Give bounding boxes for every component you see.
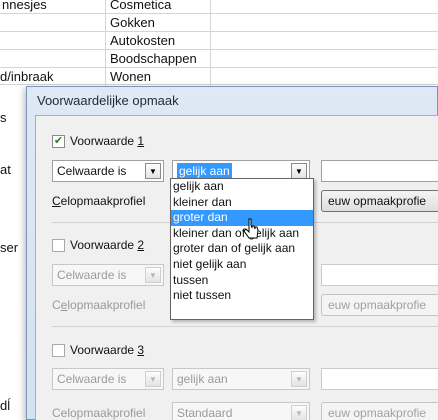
condition1-checkbox-row[interactable]: ✔ Voorwaarde 1 xyxy=(52,134,144,148)
condition3-label: Voorwaarde 3 xyxy=(70,343,145,357)
condition3-operator-select[interactable]: gelijk aan ▼ xyxy=(172,368,310,390)
chevron-down-icon[interactable]: ▼ xyxy=(145,371,161,387)
condition1-checkbox[interactable]: ✔ xyxy=(52,134,65,148)
chevron-down-icon[interactable]: ▼ xyxy=(291,371,307,387)
condition2-type-value: Celwaarde is xyxy=(57,268,127,282)
condition3-operator-value: gelijk aan xyxy=(177,372,228,386)
sheet-cell[interactable]: Cosmetica xyxy=(110,0,171,13)
condition2-checkbox-row[interactable]: Voorwaarde 2 xyxy=(52,238,144,252)
dropdown-option[interactable]: niet tussen xyxy=(171,288,313,304)
condition1-type-value: Celwaarde is xyxy=(57,164,127,178)
condition2-profile-label: Celopmaakprofiel xyxy=(52,298,146,312)
separator xyxy=(52,326,438,327)
dropdown-option[interactable]: niet gelijk aan xyxy=(171,257,313,273)
condition3-checkbox-row[interactable]: Voorwaarde 3 xyxy=(52,343,144,357)
operator-dropdown-list: gelijk aan kleiner dan groter dan kleine… xyxy=(170,178,314,320)
condition3-new-style-button[interactable]: euw opmaakprofie xyxy=(321,402,438,420)
chevron-down-icon[interactable]: ▼ xyxy=(145,163,161,179)
condition1-value-input[interactable] xyxy=(321,160,438,182)
sheet-cell-category[interactable]: s xyxy=(0,110,7,126)
condition2-new-style-button[interactable]: euw opmaakprofie xyxy=(321,294,438,316)
condition2-type-select[interactable]: Celwaarde is ▼ xyxy=(52,264,164,286)
dialog-title: Voorwaardelijke opmaak xyxy=(37,93,179,108)
sheet-cell[interactable]: Gokken xyxy=(110,15,155,31)
row-divider xyxy=(0,67,438,68)
chevron-down-icon[interactable]: ▼ xyxy=(291,405,307,420)
sheet-cell-category[interactable]: d/inbraak xyxy=(0,69,53,85)
condition3-profile-select[interactable]: Standaard ▼ xyxy=(172,402,310,420)
condition3-checkbox[interactable] xyxy=(52,343,65,357)
chevron-down-icon[interactable]: ▼ xyxy=(291,163,307,179)
row-divider xyxy=(0,49,438,50)
condition2-value-input[interactable] xyxy=(321,264,438,286)
sheet-cell-category[interactable]: at xyxy=(0,162,11,178)
check-icon: ✔ xyxy=(53,134,64,147)
chevron-down-icon[interactable]: ▼ xyxy=(145,267,161,283)
condition1-new-style-button[interactable]: euw opmaakprofie xyxy=(321,190,438,212)
row-divider xyxy=(0,13,438,14)
dropdown-option[interactable]: gelijk aan xyxy=(171,179,313,195)
sheet-cell[interactable]: Wonen xyxy=(110,69,151,85)
dropdown-option[interactable]: kleiner dan xyxy=(171,195,313,211)
condition2-label: Voorwaarde 2 xyxy=(70,238,145,252)
dropdown-option[interactable]: tussen xyxy=(171,273,313,289)
condition3-value-input[interactable] xyxy=(321,368,438,390)
condition3-type-value: Celwaarde is xyxy=(57,372,127,386)
sheet-cell-category[interactable]: nnesjes xyxy=(2,0,47,13)
sheet-cell-category[interactable]: ser xyxy=(0,240,18,256)
sheet-cell[interactable]: Autokosten xyxy=(110,33,175,49)
row-divider xyxy=(0,84,438,85)
condition2-checkbox[interactable] xyxy=(52,238,65,252)
condition3-type-select[interactable]: Celwaarde is ▼ xyxy=(52,368,164,390)
condition1-label: Voorwaarde 1 xyxy=(70,134,145,148)
condition3-profile-value: Standaard xyxy=(177,406,233,420)
mouse-pointer-icon xyxy=(243,218,259,239)
condition1-type-select[interactable]: Celwaarde is ▼ xyxy=(52,160,164,182)
condition3-profile-label: Celopmaakprofiel xyxy=(52,406,146,420)
condition1-profile-label: Celopmaakprofiel xyxy=(52,194,146,208)
condition1-operator-value: gelijk aan xyxy=(177,163,232,179)
sheet-cell-category[interactable]: dĺ xyxy=(0,398,10,414)
row-divider xyxy=(0,31,438,32)
sheet-cell[interactable]: Boodschappen xyxy=(110,51,197,67)
